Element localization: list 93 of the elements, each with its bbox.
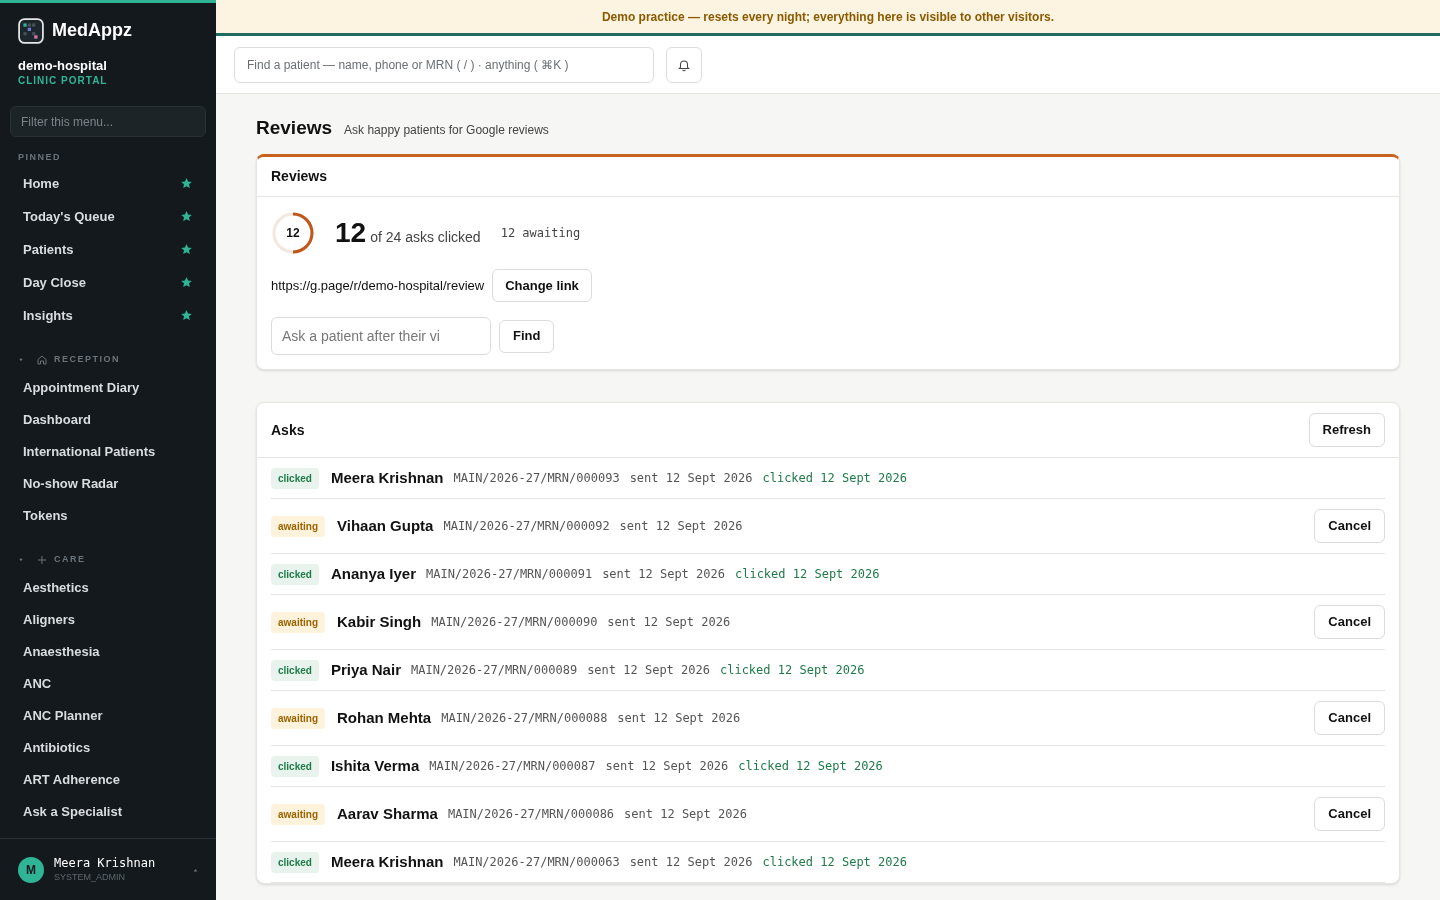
nav-item[interactable]: Tokens — [10, 500, 206, 532]
nav-item[interactable]: International Patients — [10, 436, 206, 468]
mrn-text: MAIN/2026-27/MRN/000093 — [453, 470, 620, 487]
patient-name: Ishita Verma — [330, 755, 420, 776]
clicked-count: 12 — [335, 216, 367, 250]
patient-name: Priya Nair — [330, 659, 401, 680]
patient-name: Aarav Sharma — [337, 803, 438, 824]
house-icon — [36, 354, 48, 366]
portal-label: CLINIC PORTAL — [18, 74, 109, 88]
status-badge: awaiting — [271, 707, 325, 729]
refresh-button[interactable]: Refresh — [1308, 413, 1385, 447]
section-label: RECEPTION — [54, 353, 120, 367]
sent-date: sent 12 Sept 2026 — [607, 614, 731, 631]
nav-item[interactable]: Insights — [10, 299, 206, 332]
sent-date: sent 12 Sept 2026 — [605, 758, 729, 775]
section-label: CARE — [54, 553, 86, 567]
brand-name: MedAppz — [52, 19, 132, 42]
patient-name: Vihaan Gupta — [337, 515, 434, 536]
nav-item[interactable]: Patients — [10, 233, 206, 266]
mrn-text: MAIN/2026-27/MRN/000090 — [431, 614, 598, 631]
sent-date: sent 12 Sept 2026 — [617, 710, 741, 727]
nav-item[interactable]: Appointment Diary — [10, 372, 206, 404]
nav-item[interactable]: Aesthetics — [10, 572, 206, 604]
ask-patient-field[interactable]: Ask a patient after their vi — [271, 317, 491, 355]
filter-field[interactable]: Filter this menu... — [10, 106, 206, 137]
nav-item[interactable]: Ask a Specialist — [10, 796, 206, 828]
nav-item[interactable]: Day Close — [10, 266, 206, 299]
mrn-text: MAIN/2026-27/MRN/000087 — [429, 758, 596, 775]
sent-date: sent 12 Sept 2026 — [619, 518, 743, 535]
nav-item[interactable]: Aligners — [10, 604, 206, 636]
user-name: Meera Krishnan — [54, 856, 157, 871]
org-name: demo-hospital — [18, 58, 108, 74]
status-badge: clicked — [271, 755, 319, 777]
page-subtitle: Ask happy patients for Google reviews — [344, 122, 549, 139]
card-title: Reviews — [271, 167, 328, 186]
demo-banner-text: Demo practice — resets every night; everything here is visible to other visitors. — [601, 8, 1055, 26]
patient-name: Rohan Mehta — [337, 707, 432, 728]
status-badge: clicked — [271, 659, 319, 681]
mrn-text: MAIN/2026-27/MRN/000091 — [425, 566, 593, 583]
sent-date: sent 12 Sept 2026 — [624, 806, 747, 823]
clicked-date: clicked 12 Sept 2026 — [762, 470, 907, 487]
nav-item[interactable]: Dashboard — [10, 404, 206, 436]
cancel-button[interactable]: Cancel — [1314, 509, 1385, 543]
nav-item[interactable]: Today's Queue — [10, 200, 206, 233]
notifications-button[interactable] — [666, 46, 702, 83]
clicked-date: clicked 12 Sept 2026 — [734, 566, 880, 583]
nav-item[interactable]: No-show Radar — [10, 468, 206, 500]
mrn-text: MAIN/2026-27/MRN/000088 — [441, 710, 608, 727]
status-badge: awaiting — [271, 803, 325, 825]
sent-date: sent 12 Sept 2026 — [629, 854, 753, 871]
nav-item[interactable]: Anaesthesia — [10, 636, 206, 668]
progress-ring: 12 — [271, 211, 315, 255]
sent-date: sent 12 Sept 2026 — [587, 662, 710, 679]
bell-icon — [677, 57, 691, 72]
caret-icon — [193, 867, 198, 872]
user-role: SYSTEM_ADMIN — [54, 871, 126, 883]
patient-name: Meera Krishnan — [330, 467, 444, 488]
find-button[interactable]: Find — [499, 319, 555, 353]
nav-item[interactable]: ANC Planner — [10, 700, 206, 732]
status-badge: clicked — [271, 467, 319, 489]
sent-date: sent 12 Sept 2026 — [602, 566, 725, 583]
patient-name: Kabir Singh — [337, 611, 422, 632]
count-caption: of 24 asks clicked — [370, 228, 481, 247]
patient-name: Ananya Iyer — [330, 563, 416, 584]
mrn-text: MAIN/2026-27/MRN/000092 — [443, 518, 610, 535]
change-link-button[interactable]: Change link — [492, 269, 592, 302]
logo-icon — [18, 17, 44, 44]
nav-item[interactable]: Antibiotics — [10, 732, 206, 764]
cancel-button[interactable]: Cancel — [1314, 797, 1385, 831]
status-badge: awaiting — [271, 611, 325, 633]
nav-item[interactable]: Home — [10, 167, 206, 200]
status-badge: clicked — [271, 563, 319, 585]
section-label: PINNED — [17, 151, 62, 164]
nav-item[interactable]: ANC — [10, 668, 206, 700]
clicked-date: clicked 12 Sept 2026 — [738, 758, 883, 775]
clicked-date: clicked 12 Sept 2026 — [719, 662, 865, 679]
mrn-text: MAIN/2026-27/MRN/000089 — [410, 662, 578, 679]
nav-item[interactable]: ART Adherence — [10, 764, 206, 796]
patient-name: Meera Krishnan — [330, 851, 444, 872]
sent-date: sent 12 Sept 2026 — [629, 470, 753, 487]
page-title: Reviews — [256, 116, 333, 140]
cancel-button[interactable]: Cancel — [1314, 605, 1385, 639]
awaiting-count: 12 awaiting — [500, 225, 581, 242]
mrn-text: MAIN/2026-27/MRN/000086 — [447, 806, 615, 823]
status-badge: clicked — [271, 851, 319, 873]
card-title: Asks — [271, 420, 305, 440]
search-field[interactable]: Find a patient — name, phone or MRN ( / ) · anything ( ⌘K ) — [234, 46, 654, 83]
avatar: M — [18, 856, 44, 883]
status-badge: awaiting — [271, 515, 325, 537]
cancel-button[interactable]: Cancel — [1314, 701, 1385, 735]
mrn-text: MAIN/2026-27/MRN/000063 — [453, 854, 620, 871]
plus-icon — [36, 554, 48, 566]
clicked-date: clicked 12 Sept 2026 — [762, 854, 907, 871]
